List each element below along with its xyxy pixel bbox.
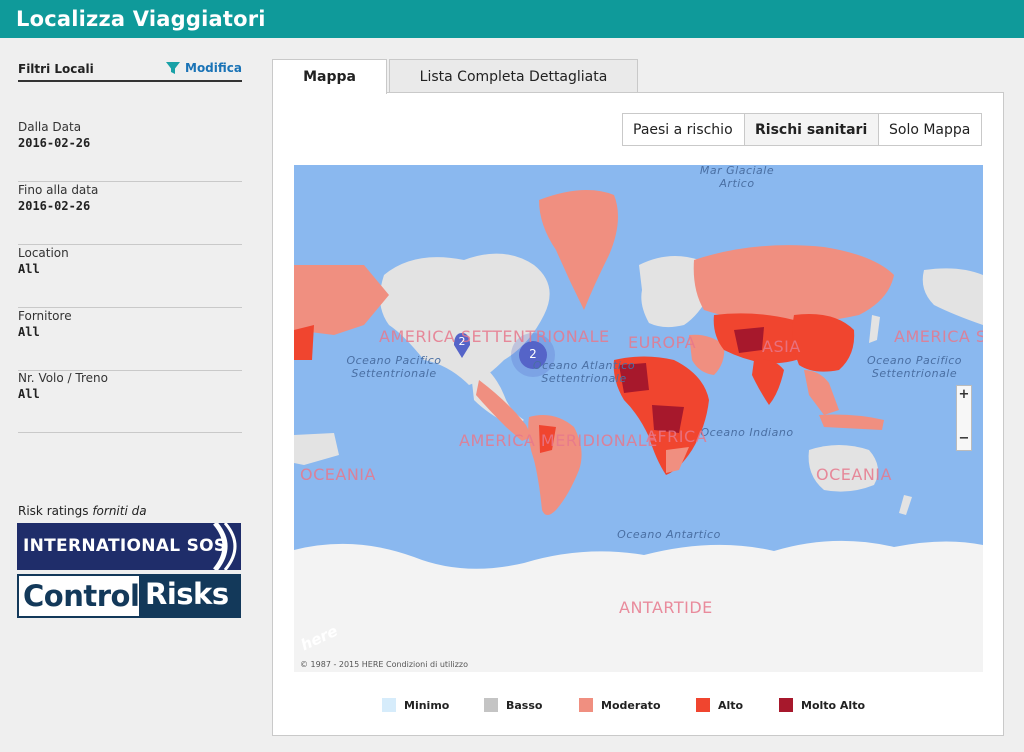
ocean-label-indian: Oceano Indiano [700,426,794,439]
continent-label-south-america: AMERICA MERIDIONALE [459,431,658,450]
filters-title: Filtri Locali [18,62,94,76]
legend-label: Minimo [404,698,450,712]
filter-value: All [18,325,40,339]
legend-label: Molto Alto [801,698,866,712]
health-risks-button[interactable]: Rischi sanitari [745,114,879,145]
ocean-label-atlantic: Oceano Atlantico Settentrionale [532,359,636,385]
filter-value: All [18,262,40,276]
ocean-label-pacific-left: Oceano Pacifico Settentrionale [346,354,442,380]
risk-ratings-suffix: forniti da [92,504,147,518]
zoom-out-button[interactable]: − [957,431,971,446]
legend-swatch [696,698,710,712]
view-toggle: Paesi a rischio Rischi sanitari Solo Map… [622,113,982,146]
map-graphic [294,165,983,672]
continent-label-africa: AFRICA [646,427,708,446]
filter-from-date[interactable]: Dalla Data 2016-02-26 [18,120,242,182]
map-copyright[interactable]: © 1987 - 2015 HERE Condizioni di utilizz… [300,660,468,669]
continent-label-antarctica: ANTARTIDE [619,598,713,617]
filter-flight-train[interactable]: Nr. Volo / Treno All [18,371,242,433]
map-only-button[interactable]: Solo Mappa [879,114,981,145]
continent-label-north-america: AMERICA SETTENTRIONALE [379,327,610,346]
legend-label: Basso [506,698,543,712]
ocean-label-arctic: Mar Glaciale Artico [699,165,775,190]
continent-label-oceania-left: OCEANIA [300,465,376,484]
risk-ratings-provider: Risk ratings forniti da [18,504,147,518]
control-risks-logo: Control Risks [17,574,241,618]
international-sos-logo: INTERNATIONAL SOS [17,523,241,570]
legend-swatch [484,698,498,712]
app-title: Localizza Viaggiatori [16,7,266,31]
traveler-pin-marker[interactable]: 2 [454,335,470,348]
filter-label: Nr. Volo / Treno [18,371,108,385]
isos-logo-text: INTERNATIONAL SOS [23,536,227,556]
continent-label-europe: EUROPA [628,333,697,352]
filter-label: Dalla Data [18,120,82,134]
funnel-icon [166,62,180,74]
countries-at-risk-button[interactable]: Paesi a rischio [623,114,745,145]
filter-supplier[interactable]: Fornitore All [18,309,242,371]
tab-map[interactable]: Mappa [272,59,387,94]
app-header: Localizza Viaggiatori [0,0,1024,38]
ocean-label-pacific-right: Oceano Pacifico Settentrionale [866,354,963,380]
filter-location[interactable]: Location All [18,246,242,308]
continent-label-america-right: AMERICA S [894,327,983,346]
legend-item-moderate: Moderato [579,698,661,712]
filter-label: Fino alla data [18,183,99,197]
continent-label-asia: ASIA [762,337,801,356]
edit-filters-button[interactable]: Modifica [165,60,242,76]
filters-header: Filtri Locali Modifica [18,60,242,82]
edit-filters-label: Modifica [185,61,242,75]
world-map[interactable]: Mar Glaciale Artico Oceano Pacifico Setten… [294,165,983,672]
cr-logo-left-text: Control [23,579,140,613]
legend-swatch [779,698,793,712]
legend-label: Moderato [601,698,661,712]
filter-value: 2016-02-26 [18,136,91,150]
legend-item-high: Alto [696,698,743,712]
filter-value: All [18,387,40,401]
zoom-in-button[interactable]: + [957,387,971,402]
swoosh-icon [213,523,237,570]
ocean-label-antarctic: Oceano Antartico [617,528,721,541]
zoom-control: + − [956,385,972,451]
legend-item-very-high: Molto Alto [779,698,865,712]
continent-label-oceania-right: OCEANIA [816,465,892,484]
filter-value: 2016-02-26 [18,199,91,213]
traveler-cluster-marker[interactable]: 2 [519,347,547,361]
tab-detailed-list[interactable]: Lista Completa Dettagliata [389,59,638,93]
cr-logo-right-block: Risks [139,576,239,616]
risk-ratings-prefix: Risk ratings [18,504,93,518]
filter-label: Location [18,246,69,260]
legend-swatch [579,698,593,712]
legend-label: Alto [718,698,744,712]
filter-to-date[interactable]: Fino alla data 2016-02-26 [18,183,242,245]
legend-swatch [382,698,396,712]
legend-item-minimum: Minimo [382,698,449,712]
legend-item-low: Basso [484,698,542,712]
filter-label: Fornitore [18,309,72,323]
cr-logo-right-text: Risks [145,577,229,611]
